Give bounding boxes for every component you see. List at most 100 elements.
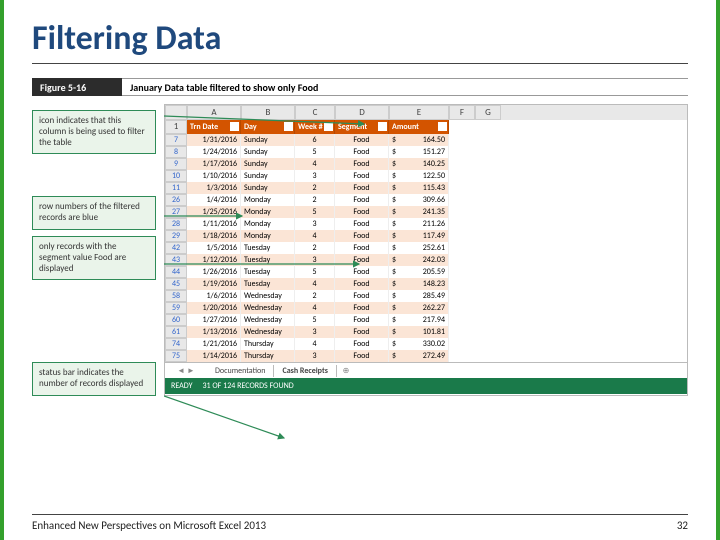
cell-day[interactable]: Wednesday bbox=[241, 302, 295, 314]
row-header[interactable]: 58 bbox=[165, 290, 187, 302]
cell-day[interactable]: Thursday bbox=[241, 338, 295, 350]
cell-amount[interactable]: $140.25 bbox=[389, 158, 449, 170]
select-all-corner[interactable] bbox=[165, 105, 187, 120]
row-header[interactable]: 43 bbox=[165, 254, 187, 266]
cell-amount[interactable]: $205.59 bbox=[389, 266, 449, 278]
row-header[interactable]: 29 bbox=[165, 230, 187, 242]
filter-dropdown-icon[interactable]: ▾ bbox=[230, 122, 239, 131]
cell-segment[interactable]: Food bbox=[335, 242, 389, 254]
cell-amount[interactable]: $309.66 bbox=[389, 194, 449, 206]
cell-week[interactable]: 4 bbox=[295, 338, 335, 350]
cell-week[interactable]: 3 bbox=[295, 326, 335, 338]
cell-date[interactable]: 1/6/2016 bbox=[187, 290, 241, 302]
header-week[interactable]: Week #▾ bbox=[295, 120, 335, 134]
tab-nav-arrows[interactable]: ◄ ► bbox=[165, 366, 207, 376]
cell-date[interactable]: 1/24/2016 bbox=[187, 146, 241, 158]
cell-day[interactable]: Tuesday bbox=[241, 266, 295, 278]
col-F[interactable]: F bbox=[449, 105, 475, 120]
cell-week[interactable]: 2 bbox=[295, 290, 335, 302]
header-segment[interactable]: Segment▾ bbox=[335, 120, 389, 134]
cell-segment[interactable]: Food bbox=[335, 290, 389, 302]
row-header[interactable]: 8 bbox=[165, 146, 187, 158]
cell-amount[interactable]: $217.94 bbox=[389, 314, 449, 326]
header-amount[interactable]: Amount▾ bbox=[389, 120, 449, 134]
cell-week[interactable]: 2 bbox=[295, 182, 335, 194]
cell-week[interactable]: 2 bbox=[295, 242, 335, 254]
cell-date[interactable]: 1/17/2016 bbox=[187, 158, 241, 170]
row-header[interactable]: 11 bbox=[165, 182, 187, 194]
cell-date[interactable]: 1/12/2016 bbox=[187, 254, 241, 266]
cell-date[interactable]: 1/14/2016 bbox=[187, 350, 241, 362]
cell-date[interactable]: 1/20/2016 bbox=[187, 302, 241, 314]
row-header[interactable]: 74 bbox=[165, 338, 187, 350]
cell-date[interactable]: 1/31/2016 bbox=[187, 134, 241, 146]
row-header[interactable]: 75 bbox=[165, 350, 187, 362]
filter-dropdown-icon[interactable]: ▾ bbox=[324, 122, 333, 131]
cell-amount[interactable]: $252.61 bbox=[389, 242, 449, 254]
row-header[interactable]: 61 bbox=[165, 326, 187, 338]
cell-amount[interactable]: $101.81 bbox=[389, 326, 449, 338]
cell-day[interactable]: Tuesday bbox=[241, 278, 295, 290]
filter-active-icon[interactable]: ▾ bbox=[378, 122, 387, 131]
cell-week[interactable]: 2 bbox=[295, 194, 335, 206]
cell-amount[interactable]: $242.03 bbox=[389, 254, 449, 266]
row-header[interactable]: 26 bbox=[165, 194, 187, 206]
cell-date[interactable]: 1/10/2016 bbox=[187, 170, 241, 182]
cell-amount[interactable]: $151.27 bbox=[389, 146, 449, 158]
cell-segment[interactable]: Food bbox=[335, 278, 389, 290]
cell-segment[interactable]: Food bbox=[335, 338, 389, 350]
cell-week[interactable]: 5 bbox=[295, 206, 335, 218]
row-header[interactable]: 44 bbox=[165, 266, 187, 278]
cell-amount[interactable]: $115.43 bbox=[389, 182, 449, 194]
row-header[interactable]: 42 bbox=[165, 242, 187, 254]
cell-day[interactable]: Monday bbox=[241, 206, 295, 218]
filter-dropdown-icon[interactable]: ▾ bbox=[438, 122, 447, 131]
cell-segment[interactable]: Food bbox=[335, 158, 389, 170]
col-D[interactable]: D bbox=[335, 105, 389, 120]
cell-amount[interactable]: $262.27 bbox=[389, 302, 449, 314]
cell-segment[interactable]: Food bbox=[335, 230, 389, 242]
cell-segment[interactable]: Food bbox=[335, 206, 389, 218]
cell-amount[interactable]: $241.35 bbox=[389, 206, 449, 218]
cell-segment[interactable]: Food bbox=[335, 302, 389, 314]
cell-date[interactable]: 1/19/2016 bbox=[187, 278, 241, 290]
cell-day[interactable]: Wednesday bbox=[241, 290, 295, 302]
cell-date[interactable]: 1/27/2016 bbox=[187, 314, 241, 326]
row-header-1[interactable]: 1 bbox=[165, 120, 187, 134]
cell-date[interactable]: 1/4/2016 bbox=[187, 194, 241, 206]
cell-segment[interactable]: Food bbox=[335, 266, 389, 278]
row-header[interactable]: 7 bbox=[165, 134, 187, 146]
cell-day[interactable]: Monday bbox=[241, 218, 295, 230]
cell-date[interactable]: 1/18/2016 bbox=[187, 230, 241, 242]
cell-week[interactable]: 5 bbox=[295, 266, 335, 278]
cell-week[interactable]: 3 bbox=[295, 254, 335, 266]
row-header[interactable]: 45 bbox=[165, 278, 187, 290]
cell-day[interactable]: Tuesday bbox=[241, 254, 295, 266]
cell-date[interactable]: 1/25/2016 bbox=[187, 206, 241, 218]
cell-segment[interactable]: Food bbox=[335, 350, 389, 362]
row-header[interactable]: 60 bbox=[165, 314, 187, 326]
cell-segment[interactable]: Food bbox=[335, 170, 389, 182]
cell-week[interactable]: 4 bbox=[295, 278, 335, 290]
tab-cash-receipts[interactable]: Cash Receipts bbox=[274, 365, 336, 377]
cell-week[interactable]: 6 bbox=[295, 134, 335, 146]
cell-segment[interactable]: Food bbox=[335, 254, 389, 266]
cell-amount[interactable]: $285.49 bbox=[389, 290, 449, 302]
cell-amount[interactable]: $117.49 bbox=[389, 230, 449, 242]
cell-segment[interactable]: Food bbox=[335, 134, 389, 146]
row-header[interactable]: 27 bbox=[165, 206, 187, 218]
cell-segment[interactable]: Food bbox=[335, 146, 389, 158]
cell-day[interactable]: Monday bbox=[241, 194, 295, 206]
cell-week[interactable]: 5 bbox=[295, 314, 335, 326]
cell-week[interactable]: 5 bbox=[295, 146, 335, 158]
col-G[interactable]: G bbox=[475, 105, 501, 120]
header-trn-date[interactable]: Trn Date▾ bbox=[187, 120, 241, 134]
cell-day[interactable]: Wednesday bbox=[241, 326, 295, 338]
cell-date[interactable]: 1/26/2016 bbox=[187, 266, 241, 278]
col-B[interactable]: B bbox=[241, 105, 295, 120]
cell-amount[interactable]: $122.50 bbox=[389, 170, 449, 182]
header-day[interactable]: Day▾ bbox=[241, 120, 295, 134]
cell-date[interactable]: 1/11/2016 bbox=[187, 218, 241, 230]
cell-amount[interactable]: $272.49 bbox=[389, 350, 449, 362]
cell-segment[interactable]: Food bbox=[335, 326, 389, 338]
